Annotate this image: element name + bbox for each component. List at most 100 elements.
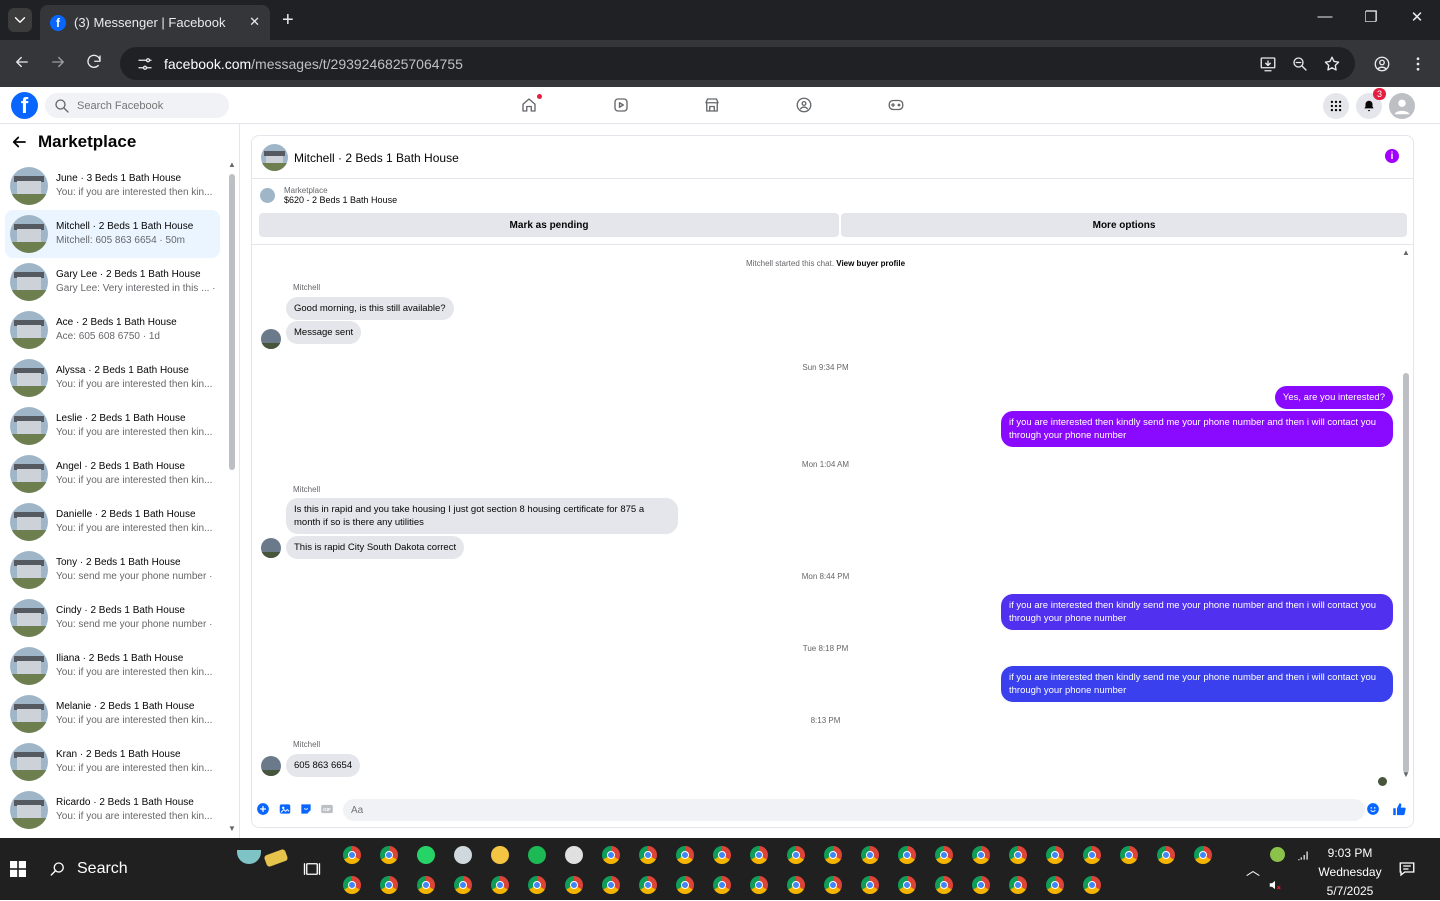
mark-pending-button[interactable]: Mark as pending <box>259 213 839 237</box>
tab-search-button[interactable] <box>8 8 32 32</box>
chrome-icon[interactable] <box>935 876 953 894</box>
more-options-button[interactable]: More options <box>841 213 1407 237</box>
taskbar-app-icon[interactable] <box>454 846 472 864</box>
conversation-item[interactable]: Angel · 2 Beds 1 Bath House You: if you a… <box>5 450 220 498</box>
nav-home[interactable] <box>520 94 542 114</box>
message-input[interactable] <box>343 799 1365 821</box>
new-tab-button[interactable]: + <box>282 9 294 32</box>
taskbar-app-icon[interactable] <box>565 846 583 864</box>
install-app-button[interactable] <box>1259 55 1277 73</box>
conversation-item[interactable]: June · 3 Beds 1 Bath House You: if you ar… <box>5 162 220 210</box>
back-arrow-icon[interactable] <box>10 133 28 151</box>
browser-menu-button[interactable] <box>1409 55 1427 73</box>
taskbar-app-icon[interactable] <box>528 846 546 864</box>
conversation-item[interactable]: Ace · 2 Beds 1 Bath House Ace: 605 608 67… <box>5 306 220 354</box>
scroll-up-icon[interactable]: ▲ <box>228 160 236 169</box>
facebook-search[interactable] <box>45 93 229 118</box>
chrome-icon[interactable] <box>639 876 657 894</box>
listing-avatar[interactable] <box>261 144 288 171</box>
search-highlight-icon[interactable] <box>235 846 291 868</box>
conversation-item[interactable]: Tony · 2 Beds 1 Bath House You: send me y… <box>5 546 220 594</box>
conversation-item[interactable]: Melanie · 2 Beds 1 Bath House You: if you… <box>5 690 220 738</box>
chrome-icon[interactable] <box>1157 846 1175 864</box>
nav-video[interactable] <box>612 96 630 114</box>
conversation-item[interactable]: Mitchell · 2 Beds 1 Bath House Mitchell: … <box>5 210 220 258</box>
chrome-icon[interactable] <box>491 876 509 894</box>
conversation-item[interactable]: Danielle · 2 Beds 1 Bath House You: if yo… <box>5 498 220 546</box>
chrome-icon[interactable] <box>861 846 879 864</box>
reload-button[interactable] <box>85 53 103 71</box>
forward-button[interactable] <box>49 53 67 71</box>
message-outgoing[interactable]: if you are interested then kindly send m… <box>1001 666 1393 702</box>
browser-tab[interactable]: f (3) Messenger | Facebook ✕ <box>40 5 270 40</box>
chrome-icon[interactable] <box>602 846 620 864</box>
message-outgoing[interactable]: Yes, are you interested? <box>1274 386 1393 409</box>
menu-button[interactable] <box>1323 93 1349 119</box>
message-outgoing[interactable]: if you are interested then kindly send m… <box>1001 411 1393 447</box>
chat-title[interactable]: Mitchell · 2 Beds 1 Bath House <box>294 151 459 165</box>
conversation-item[interactable]: Cindy · 2 Beds 1 Bath House You: send me … <box>5 594 220 642</box>
address-bar[interactable]: facebook.com/messages/t/2939246825706475… <box>120 47 1355 80</box>
chrome-icon[interactable] <box>787 876 805 894</box>
chat-scroll-thumb[interactable] <box>1403 373 1409 773</box>
facebook-logo-icon[interactable]: f <box>11 92 38 119</box>
chrome-icon[interactable] <box>380 876 398 894</box>
chrome-icon[interactable] <box>343 876 361 894</box>
chrome-icon[interactable] <box>824 876 842 894</box>
scroll-up-icon[interactable]: ▲ <box>1402 248 1410 257</box>
nav-groups[interactable] <box>795 96 813 114</box>
conversation-item[interactable]: Kran · 2 Beds 1 Bath House You: if you ar… <box>5 738 220 786</box>
conversation-item[interactable]: Alyssa · 2 Beds 1 Bath House You: if you … <box>5 354 220 402</box>
info-icon[interactable]: i <box>1385 149 1399 163</box>
restore-button[interactable]: ❐ <box>1356 8 1386 26</box>
chrome-icon[interactable] <box>1083 876 1101 894</box>
chrome-icon[interactable] <box>935 846 953 864</box>
chrome-icon[interactable] <box>528 876 546 894</box>
chrome-icon[interactable] <box>1009 846 1027 864</box>
conversation-item[interactable]: Iliana · 2 Beds 1 Bath House You: if you … <box>5 642 220 690</box>
chrome-icon[interactable] <box>602 876 620 894</box>
message-incoming[interactable]: This is rapid City South Dakota correct <box>286 536 465 559</box>
message-incoming[interactable]: 605 863 6654 <box>286 754 361 777</box>
message-incoming[interactable]: Message sent <box>286 321 362 344</box>
start-button[interactable] <box>10 861 26 877</box>
chrome-icon[interactable] <box>898 846 916 864</box>
notifications-button[interactable]: 3 <box>1356 88 1386 119</box>
chrome-icon[interactable] <box>676 846 694 864</box>
chrome-icon[interactable] <box>750 876 768 894</box>
minimize-button[interactable]: — <box>1310 8 1340 25</box>
tray-app-icon[interactable] <box>1270 847 1285 862</box>
conversation-item[interactable]: Leslie · 2 Beds 1 Bath House You: if you … <box>5 402 220 450</box>
conversation-item[interactable]: Gary Lee · 2 Beds 1 Bath House Gary Lee: … <box>5 258 220 306</box>
view-buyer-profile-link[interactable]: View buyer profile <box>836 259 905 268</box>
account-avatar[interactable] <box>1389 93 1415 119</box>
zoom-button[interactable] <box>1291 55 1309 73</box>
chrome-icon[interactable] <box>639 846 657 864</box>
taskbar-app-icon[interactable] <box>491 846 509 864</box>
message-incoming[interactable]: Is this in rapid and you take housing I … <box>286 498 678 534</box>
chrome-icon[interactable] <box>343 846 361 864</box>
chrome-icon[interactable] <box>713 846 731 864</box>
chrome-icon[interactable] <box>1194 846 1212 864</box>
close-window-button[interactable]: ✕ <box>1402 8 1432 26</box>
chrome-icon[interactable] <box>972 876 990 894</box>
notification-center-button[interactable] <box>1398 860 1416 878</box>
bookmark-button[interactable] <box>1323 55 1341 73</box>
sender-avatar[interactable] <box>261 538 281 558</box>
listing-info[interactable]: Marketplace $620 - 2 Beds 1 Bath House <box>260 186 397 205</box>
nav-gaming[interactable] <box>887 96 905 114</box>
chrome-icon[interactable] <box>861 876 879 894</box>
chrome-icon[interactable] <box>380 846 398 864</box>
network-icon[interactable] <box>1296 848 1310 862</box>
sender-avatar[interactable] <box>261 329 281 349</box>
message-incoming[interactable]: Good morning, is this still available? <box>286 297 454 320</box>
chrome-icon[interactable] <box>454 876 472 894</box>
close-tab-icon[interactable]: ✕ <box>249 14 260 30</box>
chrome-icon[interactable] <box>898 876 916 894</box>
message-outgoing[interactable]: if you are interested then kindly send m… <box>1001 594 1393 630</box>
chrome-icon[interactable] <box>1009 876 1027 894</box>
more-actions-icon[interactable] <box>256 802 270 816</box>
chrome-icon[interactable] <box>787 846 805 864</box>
chat-scrollbar[interactable]: ▲ ▼ <box>1402 248 1411 779</box>
volume-muted-icon[interactable] <box>1268 878 1282 892</box>
